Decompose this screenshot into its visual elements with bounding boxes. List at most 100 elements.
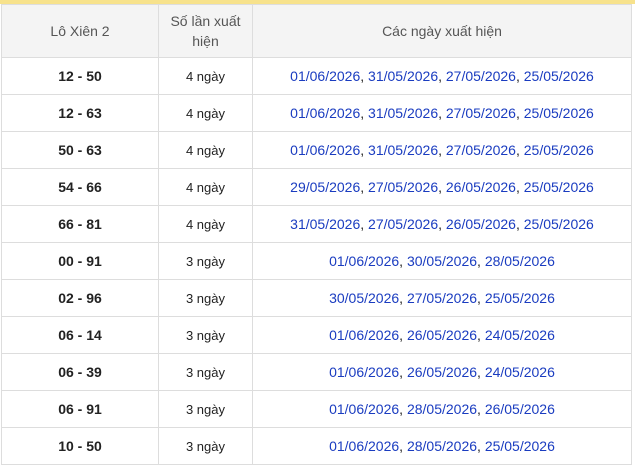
date-link[interactable]: 01/06/2026: [329, 253, 399, 269]
pair-cell: 02 - 96: [1, 279, 159, 317]
date-separator: ,: [515, 142, 524, 158]
date-link[interactable]: 30/05/2026: [407, 253, 477, 269]
header-count-label-line1: Số lần xuất: [170, 13, 241, 29]
table-row: 06 - 91 3 ngày 01/06/2026, 28/05/2026, 26/…: [1, 390, 632, 428]
table-row: 06 - 39 3 ngày 01/06/2026, 26/05/2026, 24/…: [1, 353, 632, 391]
date-link[interactable]: 27/05/2026: [446, 105, 516, 121]
date-link[interactable]: 01/06/2026: [329, 327, 399, 343]
lo-xien-table: Lô Xiên 2 Số lần xuất hiện Các ngày xuất…: [1, 4, 632, 465]
date-separator: ,: [438, 68, 446, 84]
table-header: Lô Xiên 2 Số lần xuất hiện Các ngày xuất…: [1, 4, 632, 58]
table-row: 12 - 50 4 ngày 01/06/2026, 31/05/2026, 27/…: [1, 57, 632, 95]
date-separator: ,: [360, 142, 369, 158]
table-row: 00 - 91 3 ngày 01/06/2026, 30/05/2026, 28/…: [1, 242, 632, 280]
pair-cell: 06 - 39: [1, 353, 159, 391]
count-cell: 4 ngày: [158, 131, 253, 169]
date-link[interactable]: 01/06/2026: [290, 142, 360, 158]
count-cell: 3 ngày: [158, 279, 253, 317]
date-link[interactable]: 28/05/2026: [407, 401, 477, 417]
dates-cell: 01/06/2026, 30/05/2026, 28/05/2026: [252, 242, 632, 280]
date-separator: ,: [360, 179, 369, 195]
date-link[interactable]: 26/05/2026: [485, 401, 555, 417]
count-cell: 4 ngày: [158, 94, 253, 132]
date-link[interactable]: 27/05/2026: [368, 179, 438, 195]
date-separator: ,: [477, 401, 485, 417]
date-link[interactable]: 31/05/2026: [368, 68, 438, 84]
date-separator: ,: [399, 253, 407, 269]
date-separator: ,: [477, 290, 485, 306]
date-link[interactable]: 29/05/2026: [290, 179, 360, 195]
date-separator: ,: [399, 438, 407, 454]
header-dates: Các ngày xuất hiện: [252, 4, 632, 58]
date-separator: ,: [477, 327, 485, 343]
table-row: 50 - 63 4 ngày 01/06/2026, 31/05/2026, 27/…: [1, 131, 632, 169]
pair-cell: 10 - 50: [1, 427, 159, 465]
date-link[interactable]: 28/05/2026: [407, 438, 477, 454]
pair-cell: 12 - 63: [1, 94, 159, 132]
date-link[interactable]: 24/05/2026: [485, 364, 555, 380]
date-link[interactable]: 25/05/2026: [485, 290, 555, 306]
date-link[interactable]: 25/05/2026: [524, 105, 594, 121]
date-link[interactable]: 01/06/2026: [329, 401, 399, 417]
dates-cell: 31/05/2026, 27/05/2026, 26/05/2026, 25/0…: [252, 205, 632, 243]
dates-cell: 01/06/2026, 31/05/2026, 27/05/2026, 25/0…: [252, 131, 632, 169]
date-separator: ,: [477, 253, 485, 269]
count-cell: 3 ngày: [158, 316, 253, 354]
header-count: Số lần xuất hiện: [158, 4, 253, 58]
date-link[interactable]: 27/05/2026: [446, 142, 516, 158]
table-row: 06 - 14 3 ngày 01/06/2026, 26/05/2026, 24/…: [1, 316, 632, 354]
pair-cell: 66 - 81: [1, 205, 159, 243]
table-row: 10 - 50 3 ngày 01/06/2026, 28/05/2026, 25/…: [1, 427, 632, 465]
header-dates-label: Các ngày xuất hiện: [382, 23, 502, 39]
date-link[interactable]: 31/05/2026: [368, 105, 438, 121]
date-link[interactable]: 01/06/2026: [290, 68, 360, 84]
date-link[interactable]: 26/05/2026: [407, 364, 477, 380]
date-link[interactable]: 31/05/2026: [290, 216, 360, 232]
date-link[interactable]: 25/05/2026: [524, 68, 594, 84]
header-count-label-line2: hiện: [192, 33, 219, 49]
pair-cell: 12 - 50: [1, 57, 159, 95]
date-link[interactable]: 25/05/2026: [524, 179, 594, 195]
date-separator: ,: [399, 290, 407, 306]
dates-cell: 01/06/2026, 31/05/2026, 27/05/2026, 25/0…: [252, 94, 632, 132]
pair-cell: 06 - 14: [1, 316, 159, 354]
date-link[interactable]: 27/05/2026: [368, 216, 438, 232]
table-body: 12 - 50 4 ngày 01/06/2026, 31/05/2026, 27/…: [1, 57, 632, 465]
date-link[interactable]: 25/05/2026: [524, 142, 594, 158]
date-link[interactable]: 28/05/2026: [485, 253, 555, 269]
dates-cell: 01/06/2026, 26/05/2026, 24/05/2026: [252, 353, 632, 391]
table-row: 66 - 81 4 ngày 31/05/2026, 27/05/2026, 26/…: [1, 205, 632, 243]
count-cell: 3 ngày: [158, 353, 253, 391]
date-link[interactable]: 27/05/2026: [446, 68, 516, 84]
date-link[interactable]: 27/05/2026: [407, 290, 477, 306]
date-link[interactable]: 30/05/2026: [329, 290, 399, 306]
count-cell: 4 ngày: [158, 205, 253, 243]
date-separator: ,: [360, 105, 369, 121]
date-separator: ,: [477, 364, 485, 380]
date-link[interactable]: 26/05/2026: [446, 216, 516, 232]
date-link[interactable]: 01/06/2026: [329, 364, 399, 380]
date-link[interactable]: 01/06/2026: [329, 438, 399, 454]
date-link[interactable]: 25/05/2026: [485, 438, 555, 454]
pair-cell: 54 - 66: [1, 168, 159, 206]
date-separator: ,: [515, 105, 524, 121]
dates-cell: 30/05/2026, 27/05/2026, 25/05/2026: [252, 279, 632, 317]
date-separator: ,: [360, 216, 369, 232]
count-cell: 4 ngày: [158, 57, 253, 95]
date-link[interactable]: 31/05/2026: [368, 142, 438, 158]
dates-cell: 29/05/2026, 27/05/2026, 26/05/2026, 25/0…: [252, 168, 632, 206]
date-link[interactable]: 26/05/2026: [446, 179, 516, 195]
date-link[interactable]: 26/05/2026: [407, 327, 477, 343]
date-separator: ,: [399, 401, 407, 417]
date-link[interactable]: 01/06/2026: [290, 105, 360, 121]
date-separator: ,: [438, 179, 446, 195]
date-separator: ,: [515, 216, 524, 232]
date-separator: ,: [477, 438, 485, 454]
date-link[interactable]: 24/05/2026: [485, 327, 555, 343]
dates-cell: 01/06/2026, 28/05/2026, 26/05/2026: [252, 390, 632, 428]
count-cell: 3 ngày: [158, 242, 253, 280]
date-separator: ,: [360, 68, 369, 84]
table-row: 12 - 63 4 ngày 01/06/2026, 31/05/2026, 27/…: [1, 94, 632, 132]
date-link[interactable]: 25/05/2026: [524, 216, 594, 232]
table-row: 54 - 66 4 ngày 29/05/2026, 27/05/2026, 26/…: [1, 168, 632, 206]
